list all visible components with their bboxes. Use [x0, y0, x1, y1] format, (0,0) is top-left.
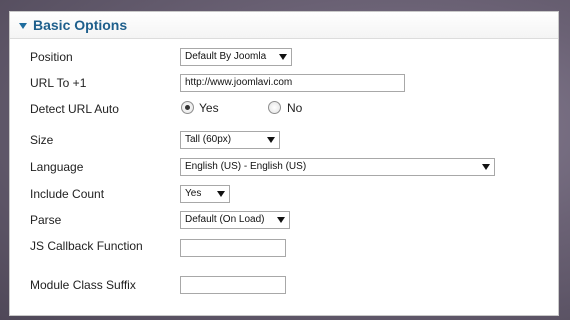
panel-title: Basic Options: [33, 17, 128, 33]
detect-url-row: Detect URL Auto Yes No: [10, 100, 558, 120]
size-label: Size: [30, 133, 54, 147]
parse-row: Parse Default (On Load): [10, 211, 558, 231]
parse-select[interactable]: Default (On Load): [180, 211, 290, 229]
detect-url-label: Detect URL Auto: [30, 102, 119, 116]
panel-header[interactable]: Basic Options: [10, 12, 558, 39]
module-suffix-label: Module Class Suffix: [30, 278, 136, 292]
detect-url-no-label[interactable]: No: [287, 101, 302, 115]
include-count-label: Include Count: [30, 187, 105, 201]
include-count-select[interactable]: Yes: [180, 185, 230, 203]
js-callback-row: JS Callback Function: [10, 239, 558, 259]
module-suffix-input[interactable]: [180, 276, 286, 294]
language-select[interactable]: English (US) - English (US): [180, 158, 495, 176]
position-selected-value: Default By Joomla: [185, 51, 267, 62]
dropdown-arrow-icon: [277, 217, 285, 223]
size-row: Size Tall (60px): [10, 131, 558, 151]
url-row: URL To +1 http://www.joomlavi.com: [10, 74, 558, 94]
dropdown-arrow-icon: [267, 137, 275, 143]
language-selected-value: English (US) - English (US): [185, 161, 307, 172]
size-select[interactable]: Tall (60px): [180, 131, 280, 149]
js-callback-input[interactable]: [180, 239, 286, 257]
url-input[interactable]: http://www.joomlavi.com: [180, 74, 405, 92]
size-selected-value: Tall (60px): [185, 134, 232, 145]
radio-selected-dot: [185, 105, 190, 110]
module-suffix-row: Module Class Suffix: [10, 276, 558, 296]
parse-selected-value: Default (On Load): [185, 214, 265, 225]
detect-url-yes-label[interactable]: Yes: [199, 101, 219, 115]
dropdown-arrow-icon: [279, 54, 287, 60]
url-label: URL To +1: [30, 76, 87, 90]
position-label: Position: [30, 50, 73, 64]
collapse-triangle-icon[interactable]: [19, 22, 27, 29]
include-count-row: Include Count Yes: [10, 185, 558, 205]
position-select[interactable]: Default By Joomla: [180, 48, 292, 66]
detect-url-yes-radio[interactable]: [181, 101, 194, 114]
dropdown-arrow-icon: [217, 191, 225, 197]
basic-options-panel: Basic Options Position Default By Joomla…: [9, 11, 559, 316]
parse-label: Parse: [30, 213, 62, 227]
include-count-selected-value: Yes: [185, 188, 202, 199]
language-row: Language English (US) - English (US): [10, 158, 558, 178]
detect-url-no-radio[interactable]: [268, 101, 281, 114]
language-label: Language: [30, 160, 84, 174]
position-row: Position Default By Joomla: [10, 48, 558, 68]
js-callback-label: JS Callback Function: [30, 239, 143, 253]
dropdown-arrow-icon: [482, 164, 490, 170]
